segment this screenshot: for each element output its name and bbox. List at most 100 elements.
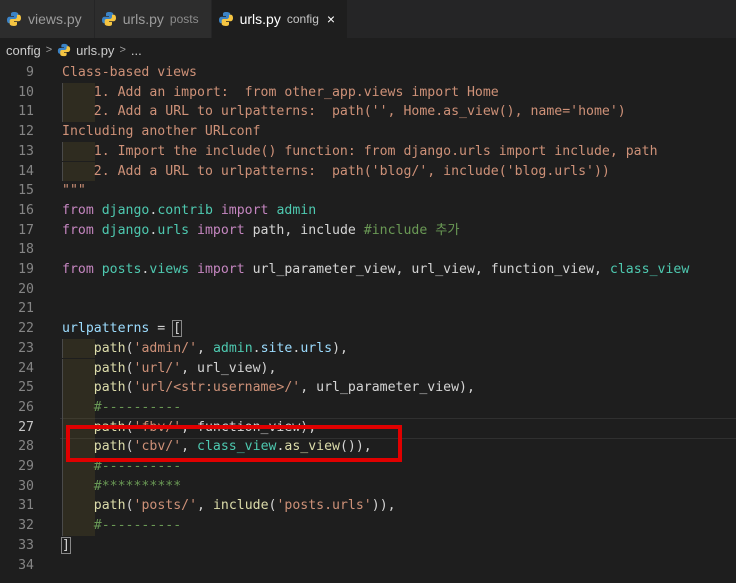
code-line[interactable]: 16 from django.contrib import admin — [0, 201, 736, 221]
code-line[interactable]: 12 Including another URLconf — [0, 122, 736, 142]
python-file-icon — [7, 12, 21, 26]
breadcrumb-more[interactable]: ... — [131, 43, 142, 58]
code-text: path('url/', url_view), — [94, 359, 277, 379]
code-editor[interactable]: 9 Class-based views 10 1. Add an import: fr… — [0, 62, 736, 583]
python-file-icon — [218, 12, 233, 26]
code-line[interactable]: 22 urlpatterns = [ — [0, 319, 736, 339]
code-token: [ — [172, 320, 183, 338]
code-text: 2. Add a URL to urlpatterns: path('blog/… — [94, 162, 610, 182]
code-token: Including another URLconf — [62, 124, 261, 140]
code-token: contrib — [157, 202, 213, 218]
code-line[interactable]: 21 — [0, 299, 736, 319]
code-text: """ — [62, 181, 86, 201]
code-line[interactable]: 33] — [0, 536, 736, 556]
line-number: 25 — [18, 380, 34, 396]
code-token: ( — [125, 360, 134, 376]
line-number: 12 — [18, 124, 34, 140]
line-number: 9 — [26, 65, 34, 80]
line-number: 29 — [18, 459, 34, 474]
line-number: 16 — [18, 202, 34, 218]
code-line[interactable]: 17 from django.urls import path, include … — [0, 221, 736, 241]
code-token: #---------- — [93, 518, 182, 534]
code-line[interactable]: 24 path('url/', url_view), — [0, 358, 736, 379]
breadcrumb-file[interactable]: urls.py — [76, 43, 114, 58]
line-number: 26 — [18, 399, 34, 415]
line-number: 34 — [18, 557, 34, 573]
code-token: import — [197, 222, 245, 238]
code-token: site — [260, 340, 293, 356]
line-number: 24 — [18, 360, 34, 376]
code-text: 1. Import the include() function: from d… — [94, 142, 658, 162]
tab-urls-py-config[interactable]: urls.py config × — [211, 0, 349, 38]
code-token: from — [62, 222, 94, 238]
code-token: """ — [62, 183, 86, 199]
code-token: Class-based views — [62, 65, 197, 80]
code-token: ), — [332, 340, 348, 356]
line-number: 17 — [18, 222, 34, 238]
code-token: admin — [276, 202, 317, 218]
code-token: #include 추가 — [363, 222, 460, 238]
code-token: urls — [300, 340, 333, 356]
code-line[interactable]: 23 path('admin/', admin.site.urls), — [0, 338, 736, 359]
code-token: path — [93, 380, 126, 396]
code-token: #---------- — [93, 399, 182, 415]
indent-guide — [62, 141, 95, 162]
code-line[interactable]: 32 #---------- — [0, 516, 736, 536]
code-text: from django.contrib import admin — [62, 201, 316, 221]
tab-views-py[interactable]: views.py — [0, 0, 95, 38]
code-token: path, include — [244, 222, 364, 238]
code-token: admin — [212, 340, 253, 356]
code-text: path('url/<str:username>/', url_paramete… — [94, 378, 475, 398]
tab-label: urls.py — [122, 11, 164, 27]
code-line[interactable]: 10 1. Add an import: from other_app.views… — [0, 82, 736, 103]
code-token: , url_parameter_view), — [300, 380, 475, 396]
code-text: path('admin/', admin.site.urls), — [94, 339, 348, 359]
code-line[interactable]: 20 — [0, 280, 736, 300]
breadcrumb-folder[interactable]: config — [6, 43, 41, 58]
code-token: class_view — [609, 262, 690, 277]
indent-guide — [62, 102, 95, 123]
code-line[interactable]: 9 Class-based views — [0, 63, 736, 83]
indent-guide — [62, 161, 95, 182]
indent-guide — [62, 397, 95, 418]
code-line[interactable]: 13 1. Import the include() function: from… — [0, 141, 736, 162]
code-line[interactable]: 14 2. Add a URL to urlpatterns: path('blo… — [0, 161, 736, 182]
python-file-icon — [58, 43, 71, 57]
code-token: 1. Import the include() function: from d… — [93, 143, 658, 159]
close-icon[interactable]: × — [327, 11, 335, 27]
breadcrumb: config > urls.py > ... — [0, 38, 736, 62]
chevron-right-icon: > — [45, 44, 53, 56]
code-line[interactable]: 15 """ — [0, 181, 736, 201]
code-line[interactable]: 19 from posts.views import url_parameter_… — [0, 260, 736, 280]
code-token: , — [197, 340, 213, 356]
code-token: django — [101, 222, 150, 238]
code-token: )), — [371, 498, 396, 514]
line-number: 23 — [18, 340, 34, 356]
code-token: . — [252, 340, 261, 356]
code-line[interactable]: 26 #---------- — [0, 397, 736, 418]
line-number: 18 — [18, 242, 34, 258]
line-number: 21 — [18, 301, 34, 317]
code-token: 'url/' — [133, 360, 182, 376]
line-number: 13 — [18, 143, 34, 159]
tab-urls-py-posts[interactable]: urls.py posts — [94, 0, 212, 38]
indent-guide — [62, 82, 95, 103]
code-token: 'posts/' — [133, 498, 198, 514]
code-line[interactable]: 25 path('url/<str:username>/', url_parame… — [0, 378, 736, 398]
line-number: 31 — [18, 498, 34, 514]
code-line[interactable]: 30 #********** — [0, 476, 736, 497]
code-text: urlpatterns = [ — [62, 319, 183, 339]
code-line[interactable]: 18 — [0, 240, 736, 260]
code-text: #---------- — [94, 398, 181, 418]
tab-description: posts — [169, 12, 199, 26]
code-token: include — [212, 498, 269, 514]
code-token: urls — [157, 222, 190, 238]
line-number: 14 — [18, 163, 34, 179]
code-line[interactable]: 11 2. Add a URL to urlpatterns: path('', … — [0, 102, 736, 123]
code-line[interactable]: 31 path('posts/', include('posts.urls')), — [0, 496, 736, 517]
chevron-right-icon: > — [119, 44, 126, 56]
code-line[interactable]: 34 — [0, 556, 736, 576]
